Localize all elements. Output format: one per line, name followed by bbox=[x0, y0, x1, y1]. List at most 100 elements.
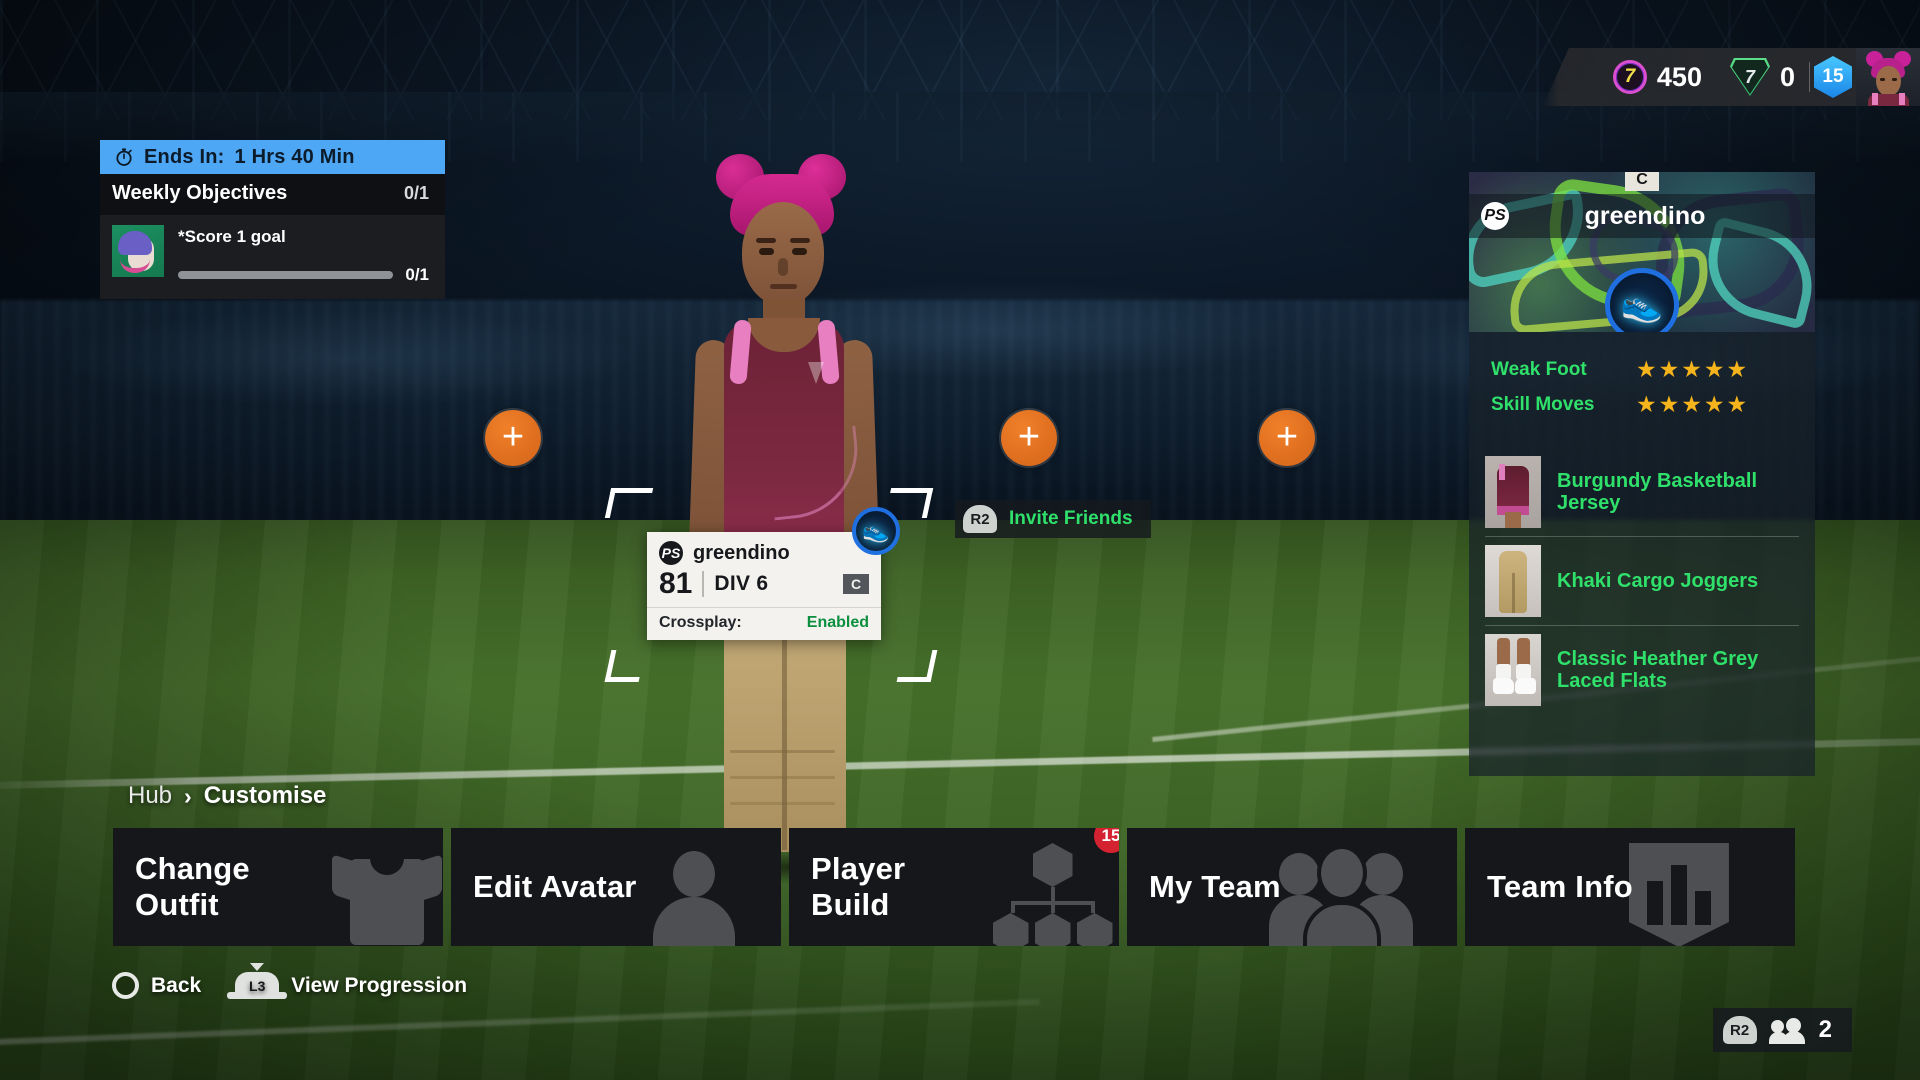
goalkeeper-avatar-thumb bbox=[112, 225, 164, 277]
list-item[interactable]: Classic Heather Grey Laced Flats bbox=[1485, 625, 1799, 714]
stat-stars: ★★★★★ bbox=[1636, 356, 1750, 382]
breadcrumb-item-customise: Customise bbox=[203, 782, 327, 809]
objective-progress-label: 0/1 bbox=[405, 265, 429, 284]
add-player-slot-1[interactable]: + bbox=[485, 410, 541, 466]
avatar-joggers-fold bbox=[730, 750, 835, 753]
equipped-item-name: Khaki Cargo Joggers bbox=[1557, 569, 1759, 592]
people-icon bbox=[1768, 1018, 1805, 1044]
running-shoe-icon: 👟 bbox=[1605, 268, 1679, 332]
player-count-indicator[interactable]: R2 2 bbox=[1712, 1008, 1852, 1052]
playstation-icon: PS bbox=[659, 541, 683, 565]
nameplate-crossplay-row: Crossplay: Enabled bbox=[647, 607, 881, 640]
invite-friends-label: Invite Friends bbox=[1009, 508, 1133, 529]
avatar-joggers-fold bbox=[730, 776, 835, 779]
objectives-timer-bar: Ends In: 1 Hrs 40 Min bbox=[100, 140, 445, 174]
player-avatar-model[interactable] bbox=[620, 150, 960, 890]
tile-my-team[interactable]: My Team bbox=[1127, 828, 1457, 946]
objective-progress-bar bbox=[178, 271, 394, 279]
currency-value: 450 bbox=[1656, 61, 1702, 92]
stat-stars: ★★★★★ bbox=[1636, 391, 1750, 417]
captain-badge: C bbox=[1625, 172, 1659, 191]
back-button[interactable]: Back bbox=[112, 972, 201, 999]
hud-divider bbox=[1809, 62, 1810, 92]
main-menu-tiles: Change Outfit Edit Avatar 15 Player Buil… bbox=[113, 828, 1795, 946]
avatar-eye-left bbox=[759, 248, 774, 255]
crossplay-label: Crossplay: bbox=[659, 614, 742, 631]
currency-display[interactable]: 7 450 bbox=[1599, 60, 1716, 94]
objective-item[interactable]: *Score 1 goal 0/1 bbox=[100, 215, 445, 299]
selection-bracket-bottom-left bbox=[604, 650, 646, 682]
player-avatar-thumb[interactable] bbox=[1856, 48, 1920, 106]
stat-row-skill-moves: Skill Moves ★★★★★ bbox=[1491, 393, 1793, 416]
selection-bracket-bottom-right bbox=[896, 650, 938, 682]
avatar-brow-right bbox=[790, 238, 810, 243]
add-player-slot-3[interactable]: + bbox=[1259, 410, 1315, 466]
avatar-joggers-fold bbox=[730, 802, 835, 805]
avatar-nose bbox=[778, 258, 788, 276]
game-screen: Ends In: 1 Hrs 40 Min Weekly Objectives … bbox=[0, 0, 1920, 1080]
equipped-item-name: Burgundy Basketball Jersey bbox=[1557, 469, 1758, 514]
player-count-value: 2 bbox=[1818, 1016, 1832, 1043]
objectives-title: Weekly Objectives bbox=[112, 182, 288, 204]
tile-label: Player Build bbox=[811, 851, 906, 922]
l3-label: L3 bbox=[249, 977, 266, 994]
jersey-thumb bbox=[1485, 456, 1541, 528]
tile-team-info[interactable]: Team Info bbox=[1465, 828, 1795, 946]
tile-edit-avatar[interactable]: Edit Avatar bbox=[451, 828, 781, 946]
plus-icon: + bbox=[501, 416, 525, 459]
r2-button-icon: R2 bbox=[963, 505, 997, 533]
vp-icon: 7 bbox=[1729, 58, 1770, 96]
level-hex-icon[interactable]: 15 bbox=[1814, 56, 1852, 98]
vp-value: 0 bbox=[1779, 61, 1795, 92]
tile-label: Change Outfit bbox=[135, 851, 250, 922]
view-progression-label: View Progression bbox=[291, 973, 468, 997]
tile-change-outfit[interactable]: Change Outfit bbox=[113, 828, 443, 946]
r2-button-icon: R2 bbox=[1722, 1016, 1757, 1044]
player-name-bar: PS greendino bbox=[1469, 194, 1815, 238]
player-banner: C PS greendino 👟 bbox=[1469, 172, 1815, 332]
avatar-brow-left bbox=[756, 238, 776, 243]
list-item[interactable]: Khaki Cargo Joggers bbox=[1485, 536, 1799, 625]
footer-button-prompts: Back L3 View Progression bbox=[112, 972, 467, 999]
shirt-icon bbox=[332, 845, 443, 945]
player-stats: Weak Foot ★★★★★ Skill Moves ★★★★★ bbox=[1469, 332, 1815, 434]
player-username: greendino bbox=[1584, 201, 1706, 230]
objectives-count: 0/1 bbox=[403, 183, 429, 203]
equipped-item-name: Classic Heather Grey Laced Flats bbox=[1557, 647, 1759, 692]
stat-label: Weak Foot bbox=[1491, 358, 1587, 380]
avatar-eye-right bbox=[792, 248, 807, 255]
group-icon bbox=[1268, 843, 1417, 946]
stopwatch-icon bbox=[114, 147, 134, 167]
objective-progress-row: 0/1 bbox=[178, 265, 429, 285]
player-nameplate[interactable]: PS greendino 81 DIV 6 C Crossplay: Enabl… bbox=[647, 532, 881, 640]
view-progression-button[interactable]: L3 View Progression bbox=[227, 972, 468, 999]
nameplate-overall-rating: 81 bbox=[659, 567, 693, 600]
playstation-icon: PS bbox=[1481, 202, 1509, 230]
objectives-timer-value: 1 Hrs 40 Min bbox=[234, 145, 355, 168]
player-info-panel: C PS greendino 👟 Weak Foot ★★★★★ Skill M… bbox=[1469, 172, 1815, 776]
nameplate-division: DIV 6 bbox=[714, 572, 769, 595]
back-label: Back bbox=[151, 973, 202, 997]
l3-button-icon: L3 bbox=[227, 972, 288, 999]
nameplate-mid-row: 81 DIV 6 C bbox=[647, 567, 881, 607]
list-item[interactable]: Burgundy Basketball Jersey bbox=[1485, 448, 1799, 536]
breadcrumb-item-hub[interactable]: Hub bbox=[128, 782, 172, 810]
nameplate-captain-badge: C bbox=[843, 574, 869, 594]
selection-bracket-top-left bbox=[604, 488, 654, 518]
avatar-joggers-seam bbox=[782, 630, 787, 850]
stat-row-weak-foot: Weak Foot ★★★★★ bbox=[1491, 358, 1793, 381]
avatar-head bbox=[742, 202, 824, 306]
objectives-timer-prefix: Ends In: bbox=[144, 145, 225, 168]
nameplate-divider bbox=[702, 571, 705, 597]
person-icon bbox=[633, 845, 753, 946]
level-value: 15 bbox=[1822, 66, 1844, 87]
weekly-objectives-panel[interactable]: Ends In: 1 Hrs 40 Min Weekly Objectives … bbox=[100, 140, 445, 299]
tile-player-build[interactable]: 15 Player Build bbox=[789, 828, 1119, 946]
avatar-mouth bbox=[770, 284, 797, 289]
vp-display[interactable]: 7 0 bbox=[1716, 58, 1809, 96]
stat-label: Skill Moves bbox=[1491, 393, 1595, 415]
tile-label: My Team bbox=[1149, 869, 1281, 904]
add-player-slot-2[interactable]: + bbox=[1001, 410, 1057, 466]
circle-button-icon bbox=[112, 972, 139, 999]
invite-friends-button[interactable]: R2 Invite Friends bbox=[955, 500, 1151, 538]
